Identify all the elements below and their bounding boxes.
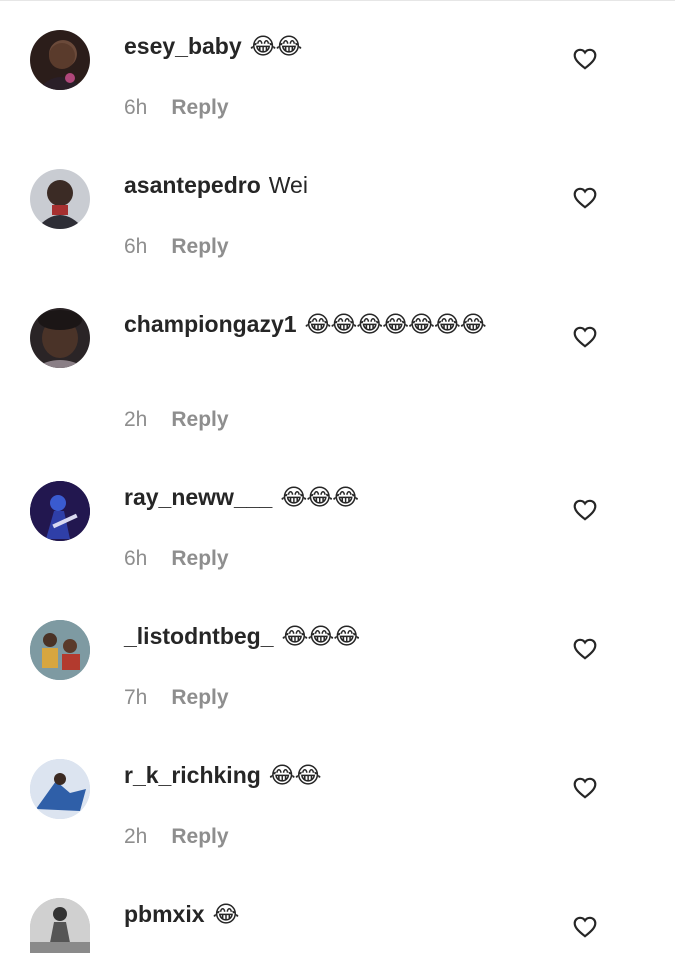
heart-outline-icon[interactable] [572,46,598,72]
comment-time: 2h [124,825,148,848]
avatar-image [30,481,90,541]
avatar[interactable] [30,620,90,680]
avatar-image [30,620,90,680]
reply-button[interactable]: Reply [171,547,228,570]
reply-button[interactable]: Reply [171,686,228,709]
comment-username[interactable]: r_k_richking [124,762,261,788]
heart-outline-icon[interactable] [572,185,598,211]
reply-button[interactable]: Reply [171,235,228,258]
comment-username[interactable]: esey_baby [124,33,242,59]
top-divider [0,0,675,1]
comment-meta: 2h Reply [124,408,229,432]
comment-line: pbmxix 😂 [124,898,544,930]
reply-button[interactable]: Reply [171,825,228,848]
comment-meta: 6h Reply [124,96,229,120]
comment-text: 😂😂 [249,33,303,59]
comment-text: 😂😂😂 [281,623,361,649]
comment-username[interactable]: ray_neww___ [124,484,272,510]
avatar-image [38,43,84,90]
avatar[interactable] [30,898,90,953]
comment-line: asantepedro Wei [124,169,544,201]
avatar[interactable] [30,481,90,541]
comment-username[interactable]: pbmxix [124,901,205,927]
comment-text: 😂😂😂 [280,484,359,510]
avatar[interactable] [30,30,90,90]
comment-time: 6h [124,547,148,570]
comment-meta: 6h Reply [124,547,229,571]
comment-meta: 2h Reply [124,825,229,849]
comment-username[interactable]: asantepedro [124,172,261,198]
avatar-image [30,898,90,953]
comment-line: ray_neww___ 😂😂😂 [124,481,544,513]
comment-text: Wei [268,172,308,198]
comment-text: 😂😂 [268,762,322,788]
heart-outline-icon[interactable] [572,914,598,940]
comment-username[interactable]: _listodntbeg_ [124,623,274,649]
comment-text: 😂 [212,901,240,927]
avatar-image [36,180,84,229]
avatar-image [30,759,90,819]
comment-text: 😂😂😂😂😂😂😂 [304,311,487,337]
comment-line: r_k_richking 😂😂 [124,759,544,791]
comment-meta: 6h Reply [124,235,229,259]
comment-line: championgazy1 😂😂😂😂😂😂😂 [124,308,544,340]
reply-button[interactable]: Reply [171,408,228,431]
comment-time: 6h [124,235,148,258]
comment-time: 7h [124,686,148,709]
comment-line: esey_baby 😂😂 [124,30,544,62]
heart-outline-icon[interactable] [572,775,598,801]
heart-outline-icon[interactable] [572,636,598,662]
comment-username[interactable]: championgazy1 [124,311,297,337]
heart-outline-icon[interactable] [572,497,598,523]
comment-time: 2h [124,408,148,431]
heart-outline-icon[interactable] [572,324,598,350]
avatar[interactable] [30,308,90,368]
avatar[interactable] [30,759,90,819]
comment-meta: 7h Reply [124,686,229,710]
avatar[interactable] [30,169,90,229]
avatar-image [34,310,86,368]
comment-time: 6h [124,96,148,119]
comment-line: _listodntbeg_ 😂😂😂 [124,620,544,652]
reply-button[interactable]: Reply [171,96,228,119]
